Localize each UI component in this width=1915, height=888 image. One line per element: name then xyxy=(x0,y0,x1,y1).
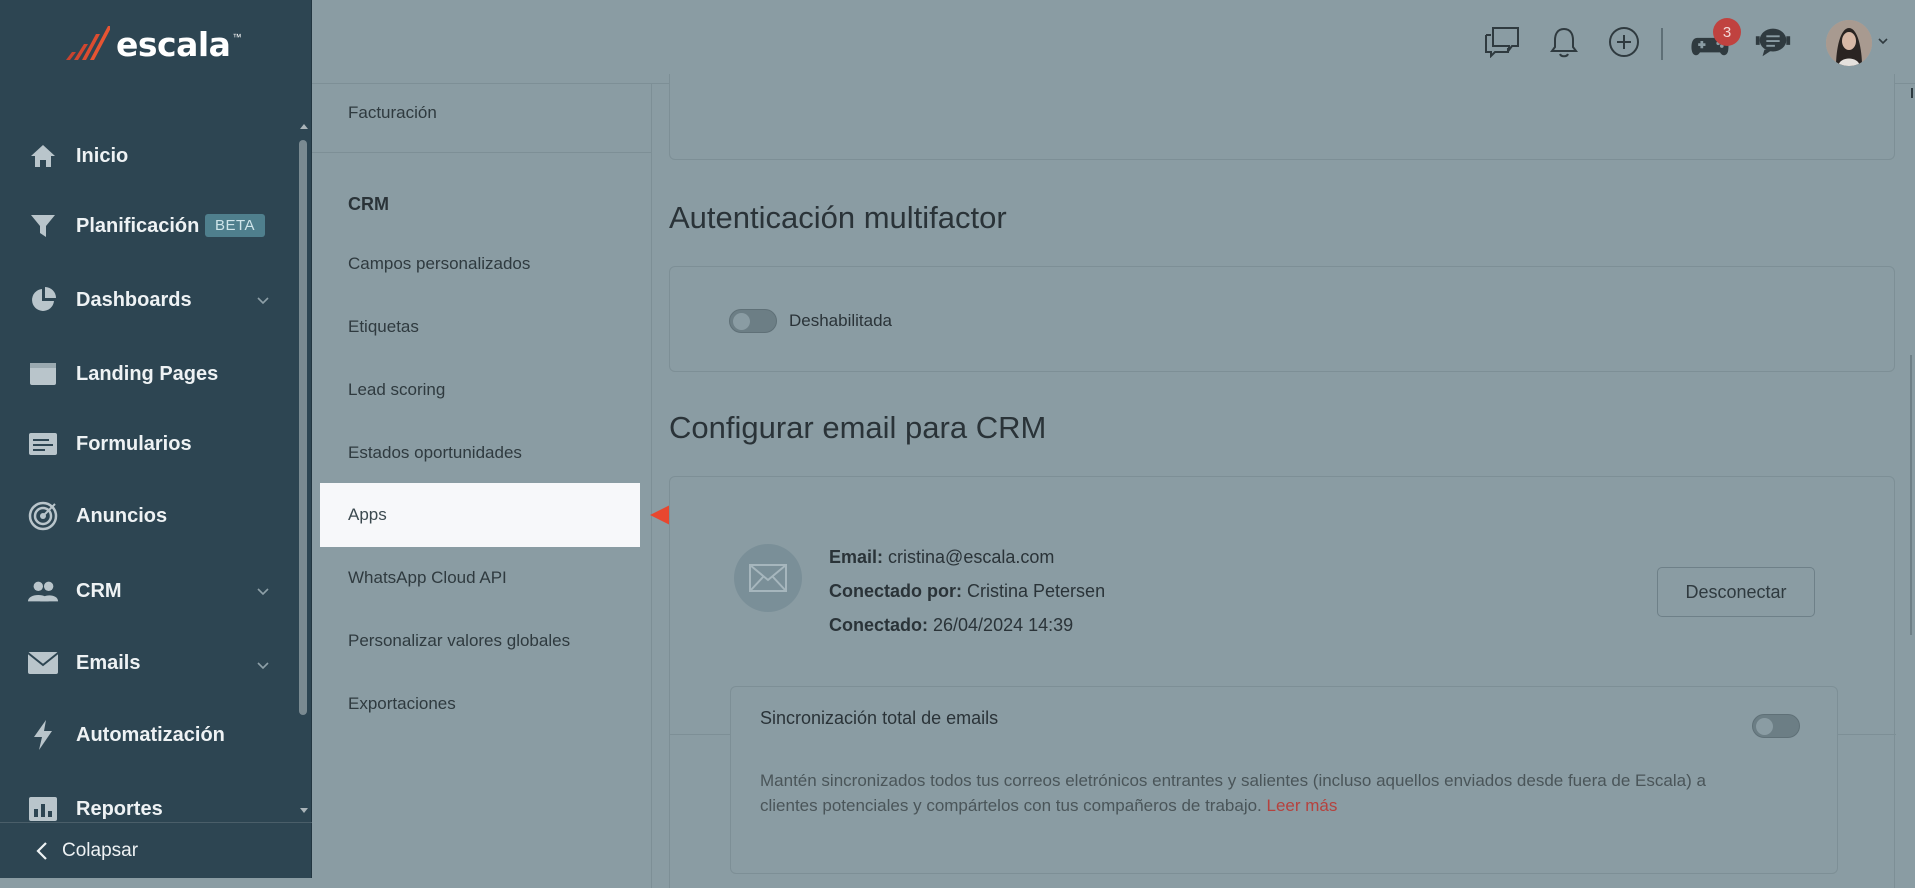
sidebar-item-label: Reportes xyxy=(76,797,163,820)
filter-icon xyxy=(27,210,59,242)
window-edge-marker xyxy=(1909,88,1913,98)
home-icon xyxy=(27,140,59,172)
brand-trademark: ™ xyxy=(232,32,242,42)
sidebar-item-emails[interactable]: Emails xyxy=(0,638,300,688)
mfa-card: Deshabilitada xyxy=(669,266,1895,372)
disconnect-button[interactable]: Desconectar xyxy=(1657,567,1815,617)
form-icon xyxy=(27,428,59,460)
submenu-item-lead-scoring[interactable]: Lead scoring xyxy=(348,380,445,400)
sidebar-item-label: Emails xyxy=(76,651,141,674)
sidebar-item-label: Planificación xyxy=(76,214,200,237)
chevron-down-icon[interactable] xyxy=(1877,35,1889,47)
submenu-item-personalizar-valores-globales[interactable]: Personalizar valores globales xyxy=(348,631,570,651)
connected-date-line: Conectado: 26/04/2024 14:39 xyxy=(829,615,1073,636)
mfa-section-title: Autenticación multifactor xyxy=(669,200,1007,235)
sidebar-item-formularios[interactable]: Formularios xyxy=(0,419,300,469)
sidebar-item-automatizacion[interactable]: Automatización xyxy=(0,710,300,760)
submenu-item-estados-oportunidades[interactable]: Estados oportunidades xyxy=(348,443,522,463)
connected-by-value: Cristina Petersen xyxy=(967,581,1106,601)
email-line: Email: cristina@escala.com xyxy=(829,547,1054,568)
bar-chart-icon xyxy=(27,793,59,825)
envelope-icon xyxy=(27,647,59,679)
page-scrollbar[interactable] xyxy=(1910,355,1912,635)
sync-description: Mantén sincronizados todos tus correos e… xyxy=(760,768,1750,818)
email-value: cristina@escala.com xyxy=(888,547,1055,567)
chevron-down-icon xyxy=(257,662,269,670)
sidebar-item-inicio[interactable]: Inicio xyxy=(0,131,300,181)
sidebar-item-landing-pages[interactable]: Landing Pages xyxy=(0,349,300,399)
chevron-down-icon xyxy=(257,297,269,305)
top-header: 3 xyxy=(312,0,1915,84)
pie-chart-icon xyxy=(27,284,59,316)
brand-name: escala xyxy=(116,24,231,64)
lightning-icon xyxy=(27,719,59,751)
submenu-item-whatsapp-cloud-api[interactable]: WhatsApp Cloud API xyxy=(348,568,507,588)
connected-date-value: 26/04/2024 14:39 xyxy=(933,615,1074,635)
submenu-item-campos-personalizados[interactable]: Campos personalizados xyxy=(348,254,530,274)
chevron-left-icon xyxy=(36,842,47,860)
sidebar-item-label: Landing Pages xyxy=(76,362,219,385)
submenu-divider xyxy=(312,152,652,153)
sidebar-scrollbar[interactable] xyxy=(299,140,307,715)
sidebar-item-crm[interactable]: CRM xyxy=(0,566,300,616)
support-chat-icon[interactable] xyxy=(1753,22,1793,62)
sidebar-item-planificacion[interactable]: Planificación BETA xyxy=(0,201,300,251)
email-config-section-title: Configurar email para CRM xyxy=(669,410,1047,445)
mfa-toggle[interactable] xyxy=(729,309,777,333)
settings-submenu: Facturación CRM Campos personalizados Et… xyxy=(312,84,652,888)
submenu-item-facturacion[interactable]: Facturación xyxy=(348,103,437,123)
user-avatar[interactable] xyxy=(1826,20,1872,66)
collapse-label: Colapsar xyxy=(62,839,139,861)
read-more-link[interactable]: Leer más xyxy=(1267,796,1338,815)
email-avatar-circle xyxy=(734,544,802,612)
sidebar-scroll-down-arrow-icon[interactable] xyxy=(300,808,308,813)
escala-logo[interactable]: escala ™ xyxy=(62,22,241,66)
submenu-item-exportaciones[interactable]: Exportaciones xyxy=(348,694,456,714)
sidebar-item-label: Dashboards xyxy=(76,288,192,311)
submenu-item-apps[interactable]: Apps xyxy=(320,483,640,547)
sync-title: Sincronización total de emails xyxy=(760,708,999,728)
sync-description-text: Mantén sincronizados todos tus correos e… xyxy=(760,771,1706,815)
sidebar-item-label: Anuncios xyxy=(76,504,168,527)
target-icon xyxy=(27,500,59,532)
sidebar-item-label: Formularios xyxy=(76,432,192,455)
bell-icon[interactable] xyxy=(1544,22,1584,62)
notification-count-badge: 3 xyxy=(1713,18,1741,46)
sidebar-scroll-up-arrow-icon[interactable] xyxy=(300,124,308,129)
submenu-heading-crm: CRM xyxy=(348,194,389,214)
submenu-item-label: Apps xyxy=(348,505,387,524)
escala-logo-mark-icon xyxy=(66,26,110,60)
submenu-item-etiquetas[interactable]: Etiquetas xyxy=(348,317,419,337)
connected-by-label: Conectado por: xyxy=(829,581,962,601)
browser-window-icon xyxy=(27,358,59,390)
email-label: Email: xyxy=(829,547,884,567)
sidebar-item-dashboards[interactable]: Dashboards xyxy=(0,275,300,325)
previous-section-card xyxy=(669,74,1895,160)
chevron-down-icon xyxy=(257,588,269,596)
sidebar-item-label: Automatización xyxy=(76,723,225,746)
collapse-sidebar-button[interactable]: Colapsar xyxy=(0,822,312,878)
sidebar-item-label: CRM xyxy=(76,579,122,602)
mfa-toggle-label: Deshabilitada xyxy=(789,311,893,330)
sync-toggle[interactable] xyxy=(1752,714,1800,738)
chat-bubbles-icon[interactable] xyxy=(1482,22,1522,62)
header-separator xyxy=(1661,28,1663,60)
connected-by-line: Conectado por: Cristina Petersen xyxy=(829,581,1105,602)
beta-badge: BETA xyxy=(205,214,266,237)
sidebar-item-label: Inicio xyxy=(76,144,129,167)
plus-circle-icon[interactable] xyxy=(1604,22,1644,62)
settings-content: Autenticación multifactor Deshabilitada … xyxy=(652,74,1915,888)
sidebar-item-anuncios[interactable]: Anuncios xyxy=(0,491,300,541)
people-icon xyxy=(27,575,59,607)
envelope-icon xyxy=(749,564,787,592)
connected-date-label: Conectado: xyxy=(829,615,928,635)
sidebar: escala ™ Inicio Planificación BETA Dashb… xyxy=(0,0,312,878)
